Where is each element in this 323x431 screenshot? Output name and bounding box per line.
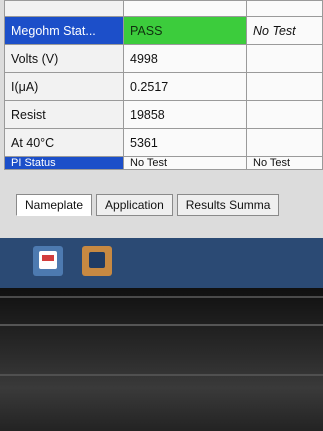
table-row[interactable]: Volts (V) 4998: [4, 44, 323, 73]
grid-value[interactable]: No Test: [123, 156, 247, 170]
tab-nameplate[interactable]: Nameplate: [16, 194, 93, 216]
table-row[interactable]: Megohm Stat... PASS No Test: [4, 16, 323, 45]
grid-value[interactable]: 19858: [123, 100, 247, 129]
grid-label[interactable]: PI Status: [4, 156, 124, 170]
bezel-edge: [0, 374, 323, 376]
table-row[interactable]: I(μA) 0.2517: [4, 72, 323, 101]
table-row[interactable]: PI Status No Test No Test: [4, 156, 323, 170]
grid-label[interactable]: I(μA): [4, 72, 124, 101]
app-icon: [89, 252, 105, 268]
tab-application[interactable]: Application: [96, 194, 173, 216]
monitor-bezel: [0, 288, 323, 431]
grid-label[interactable]: Resist: [4, 100, 124, 129]
table-row[interactable]: Resist 19858: [4, 100, 323, 129]
grid-label: [4, 0, 124, 17]
grid-value[interactable]: 4998: [123, 44, 247, 73]
grid-extra[interactable]: No Test: [246, 16, 323, 45]
taskbar: [0, 238, 323, 288]
table-row[interactable]: At 40°C 5361: [4, 128, 323, 157]
grid-label[interactable]: At 40°C: [4, 128, 124, 157]
grid-value[interactable]: 5361: [123, 128, 247, 157]
grid-value: [123, 0, 247, 17]
bezel-edge: [0, 324, 323, 326]
taskbar-app-button[interactable]: [82, 246, 112, 276]
status-badge[interactable]: PASS: [123, 16, 247, 45]
tab-bar: Nameplate Application Results Summa: [16, 194, 283, 216]
grid-extra[interactable]: [246, 128, 323, 157]
grid-extra[interactable]: No Test: [246, 156, 323, 170]
grid-extra: [246, 0, 323, 17]
bezel-edge: [0, 296, 323, 298]
grid-label[interactable]: Volts (V): [4, 44, 124, 73]
table-row: [4, 0, 323, 17]
grid-value[interactable]: 0.2517: [123, 72, 247, 101]
taskbar-app-button[interactable]: [33, 246, 63, 276]
tab-results-summary[interactable]: Results Summa: [176, 194, 280, 216]
grid-extra[interactable]: [246, 44, 323, 73]
grid-extra[interactable]: [246, 100, 323, 129]
grid-extra[interactable]: [246, 72, 323, 101]
grid-label[interactable]: Megohm Stat...: [4, 16, 124, 45]
app-icon: [39, 251, 57, 269]
results-grid: Megohm Stat... PASS No Test Volts (V) 49…: [4, 0, 323, 170]
